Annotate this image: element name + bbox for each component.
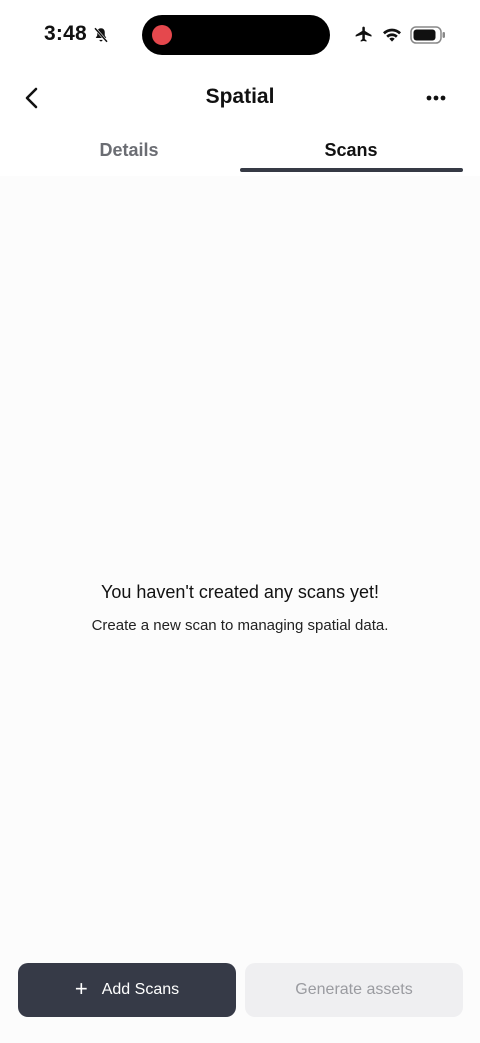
active-tab-indicator	[240, 168, 463, 172]
bell-slash-icon	[94, 27, 108, 43]
status-bar: 3:48	[0, 0, 480, 70]
add-scans-button[interactable]: + Add Scans	[18, 963, 236, 1017]
add-scans-label: Add Scans	[101, 981, 180, 998]
more-horizontal-icon[interactable]	[420, 84, 452, 112]
airplane-icon	[355, 26, 372, 42]
generate-assets-button[interactable]: Generate assets	[245, 963, 463, 1017]
recording-indicator	[152, 25, 172, 45]
wifi-icon	[383, 28, 401, 42]
plus-icon: +	[74, 976, 88, 1001]
page-title: Spatial	[205, 85, 275, 108]
tab-details[interactable]: Details	[18, 126, 240, 176]
dynamic-island	[142, 15, 330, 55]
status-time: 3:48	[44, 22, 87, 45]
navigation-bar: Spatial	[0, 70, 480, 126]
empty-state-subtitle: Create a new scan to managing spatial da…	[91, 617, 389, 634]
generate-assets-label: Generate assets	[295, 981, 413, 998]
empty-state-title: You haven't created any scans yet!	[101, 582, 379, 602]
tab-bar: Details Scans	[0, 126, 480, 176]
battery-icon	[410, 26, 445, 44]
